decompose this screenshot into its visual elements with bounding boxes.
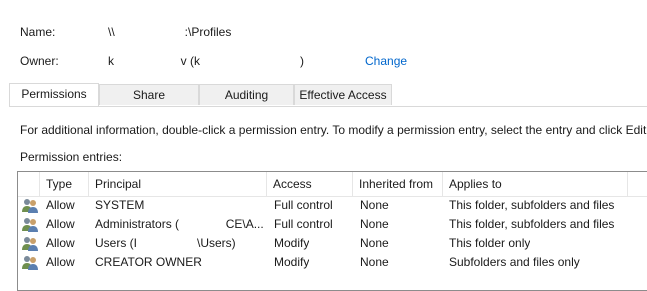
row-type: Allow	[46, 198, 75, 212]
user-group-icon	[22, 256, 38, 270]
row-type: Allow	[46, 236, 75, 250]
row-applies: This folder, subfolders and files	[449, 198, 615, 212]
row-type: Allow	[46, 217, 75, 231]
table-row[interactable]: Allow SYSTEM Full control None This fold…	[18, 196, 647, 215]
change-owner-link[interactable]: Change	[365, 54, 407, 68]
row-type: Allow	[46, 255, 75, 269]
table-row[interactable]: Allow CREATOR OWNER Modify None Subfolde…	[18, 253, 647, 272]
row-access: Full control	[274, 198, 333, 212]
row-applies: This folder only	[449, 236, 531, 250]
row-access: Full control	[274, 217, 333, 231]
table-header: Type Principal Access Inherited from App…	[18, 172, 647, 197]
column-header-inherited-from[interactable]: Inherited from	[353, 172, 443, 196]
info-text: For additional information, double-click…	[20, 123, 647, 137]
owner-label: Owner:	[20, 54, 59, 68]
row-principal: CREATOR OWNER	[95, 255, 202, 269]
permission-entries-label: Permission entries:	[20, 150, 123, 164]
row-applies: This folder, subfolders and files	[449, 217, 615, 231]
row-inherited: None	[360, 198, 389, 212]
row-inherited: None	[360, 236, 389, 250]
name-suffix: :\Profiles	[184, 25, 232, 39]
row-principal: SYSTEM	[95, 198, 145, 212]
row-applies: Subfolders and files only	[449, 255, 580, 269]
name-value: \\ :\Profiles	[108, 25, 231, 39]
table-row[interactable]: Allow Users (I \Users) Modify None This …	[18, 234, 647, 253]
icon-column-header	[18, 172, 40, 196]
tab-auditing[interactable]: Auditing	[199, 84, 294, 105]
owner-value: k v (k )	[108, 54, 305, 68]
row-inherited: None	[360, 255, 389, 269]
column-header-applies-to[interactable]: Applies to	[443, 172, 628, 196]
name-prefix: \\	[108, 25, 115, 39]
tab-effective-access[interactable]: Effective Access	[294, 84, 392, 105]
row-access: Modify	[274, 236, 310, 250]
tab-strip: Permissions Share Auditing Effective Acc…	[9, 83, 647, 107]
column-header-access[interactable]: Access	[267, 172, 353, 196]
tab-permissions[interactable]: Permissions	[9, 83, 99, 106]
column-header-type[interactable]: Type	[40, 172, 89, 196]
user-group-icon	[22, 199, 38, 213]
user-group-icon	[22, 218, 38, 232]
column-header-principal[interactable]: Principal	[89, 172, 267, 196]
permission-entries-table[interactable]: Type Principal Access Inherited from App…	[17, 171, 647, 291]
name-label: Name:	[20, 25, 56, 39]
user-group-icon	[22, 237, 38, 251]
row-principal: Users (I \Users)	[95, 236, 236, 250]
table-row[interactable]: Allow Administrators ( CE\A... Full cont…	[18, 215, 647, 234]
row-principal: Administrators ( CE\A...	[95, 217, 264, 231]
tab-share[interactable]: Share	[99, 84, 199, 105]
row-access: Modify	[274, 255, 310, 269]
row-inherited: None	[360, 217, 389, 231]
